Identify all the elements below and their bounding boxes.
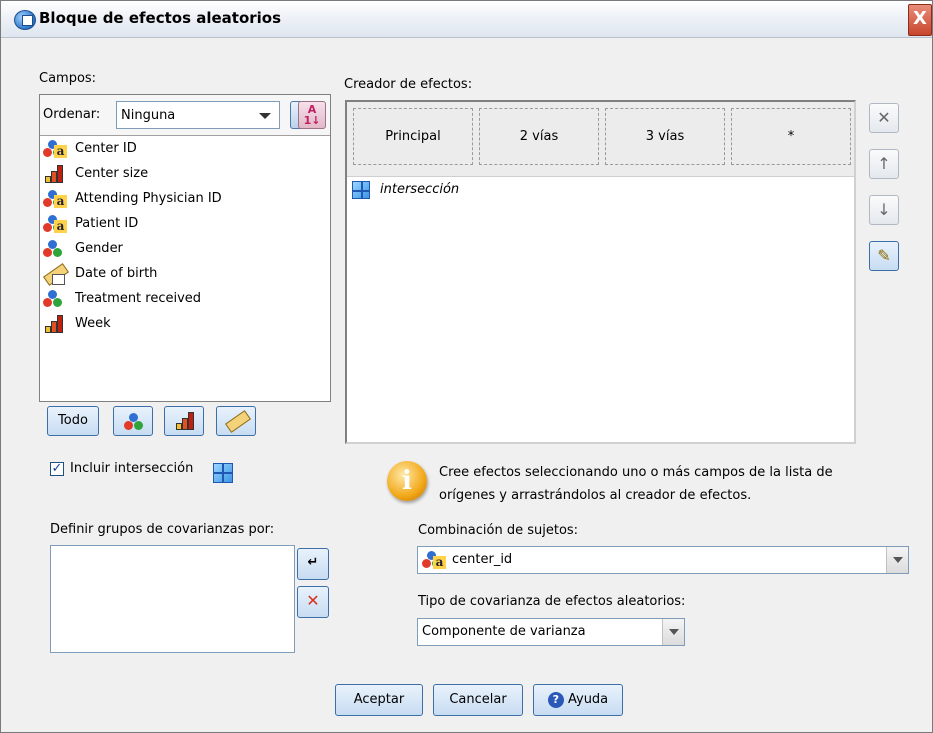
field-item-label: Center size [75, 166, 149, 181]
fields-label: Campos: [39, 71, 97, 86]
intercept-icon [352, 181, 370, 199]
filter-continuous-button[interactable] [216, 406, 256, 436]
help-button[interactable]: ? Ayuda [533, 684, 623, 716]
column-custom[interactable]: * [731, 108, 851, 165]
include-intercept-checkbox[interactable]: ✓ [50, 462, 64, 476]
info-icon: i [387, 461, 427, 501]
filter-nominal-button[interactable] [113, 406, 153, 436]
field-list[interactable]: a Center ID Center size a Attending Phys… [40, 136, 330, 401]
title-bar[interactable]: Bloque de efectos aleatorios X [1, 1, 932, 38]
nominal-string-icon: a [422, 551, 446, 569]
covariance-type-label: Tipo de covarianza de efectos aleatorios… [418, 594, 686, 609]
move-up-button[interactable]: ↑ [869, 149, 899, 179]
filter-all-label: Todo [58, 413, 88, 428]
effect-item-label: intersección [380, 182, 460, 197]
nominal-icon [43, 290, 65, 308]
help-icon: ? [547, 691, 564, 708]
covariance-groups-list[interactable] [50, 545, 295, 653]
subject-combination-select[interactable]: a center_id [417, 546, 909, 574]
arrow-up-icon: ↑ [877, 154, 891, 173]
sort-toolbar: Ordenar: Ninguna A 1↓ [40, 95, 330, 136]
sort-label: Ordenar: [43, 107, 101, 122]
edit-effect-button[interactable]: ✎ [869, 241, 899, 271]
effect-builder-header: Principal 2 vías 3 vías * [347, 102, 854, 177]
field-item-label: Week [75, 316, 111, 331]
sort-select-value: Ninguna [121, 108, 176, 123]
date-icon [43, 263, 69, 286]
field-item-label: Patient ID [75, 216, 139, 231]
intercept-icon [213, 463, 233, 483]
fields-panel: Ordenar: Ninguna A 1↓ a Center ID Center … [39, 94, 331, 402]
close-button[interactable]: X [908, 4, 932, 36]
cancel-button[interactable]: Cancelar [433, 684, 523, 716]
sort-select[interactable]: Ninguna [116, 101, 280, 129]
chevron-down-icon [886, 547, 908, 573]
field-item-label: Center ID [75, 141, 137, 156]
ok-button[interactable]: Aceptar [335, 684, 423, 716]
field-item-label: Gender [75, 241, 123, 256]
help-label: Ayuda [567, 692, 609, 707]
move-down-button[interactable]: ↓ [869, 195, 899, 225]
scale-icon [43, 315, 65, 333]
remove-grouping-button[interactable]: ✕ [297, 586, 329, 618]
field-item-label: Date of birth [75, 266, 158, 281]
effect-builder[interactable]: Principal 2 vías 3 vías * intersección [345, 100, 856, 444]
covariance-type-value: Componente de varianza [422, 624, 586, 639]
field-item-label: Treatment received [75, 291, 202, 306]
nominal-string-icon: a [43, 190, 67, 208]
info-text-line1: Cree efectos seleccionando uno o más cam… [439, 465, 833, 480]
delete-effect-button[interactable]: ✕ [869, 103, 899, 133]
covariance-type-select[interactable]: Componente de varianza [417, 618, 685, 646]
ruler-icon [225, 410, 251, 433]
info-text-line2: orígenes y arrastrándolos al creador de … [439, 488, 752, 503]
subject-combination-label: Combinación de sujetos: [418, 523, 579, 538]
filter-scale-button[interactable] [164, 406, 204, 436]
nominal-string-icon: a [43, 140, 67, 158]
include-intercept-label: Incluir intersección [70, 461, 194, 476]
info-glyph: i [402, 466, 412, 496]
random-effects-dialog: Bloque de efectos aleatorios X Campos: O… [0, 0, 933, 733]
field-item-label: Attending Physician ID [75, 191, 222, 206]
scale-icon [174, 412, 196, 430]
close-icon: ✕ [877, 108, 891, 127]
app-icon [14, 10, 36, 30]
covariance-groups-label: Definir grupos de covarianzas por: [50, 522, 275, 537]
arrow-down-icon: ↓ [877, 200, 891, 219]
close-icon: X [913, 8, 927, 29]
chevron-down-icon [662, 619, 684, 645]
filter-all-button[interactable]: Todo [47, 406, 99, 436]
checkmark-icon: ✓ [51, 461, 63, 476]
effect-builder-label: Creador de efectos: [344, 77, 473, 92]
nominal-icon [124, 413, 144, 431]
sort-az-icon: A 1↓ [303, 103, 321, 127]
window-title: Bloque de efectos aleatorios [39, 9, 282, 27]
column-two-way[interactable]: 2 vías [479, 108, 599, 165]
column-main-effects[interactable]: Principal [353, 108, 473, 165]
chevron-down-icon [259, 113, 271, 119]
scale-icon [43, 165, 65, 183]
close-icon: ✕ [306, 591, 320, 610]
sort-alphabetical-button[interactable]: A 1↓ [298, 101, 326, 129]
add-variable-icon: ↵ [307, 555, 319, 570]
pencil-icon: ✎ [877, 246, 891, 265]
cancel-label: Cancelar [449, 692, 507, 707]
ok-label: Aceptar [353, 692, 405, 707]
subject-combination-value: center_id [452, 552, 513, 567]
nominal-icon [43, 240, 65, 258]
column-three-way[interactable]: 3 vías [605, 108, 725, 165]
nominal-string-icon: a [43, 215, 67, 233]
add-grouping-button[interactable]: ↵ [297, 548, 329, 580]
